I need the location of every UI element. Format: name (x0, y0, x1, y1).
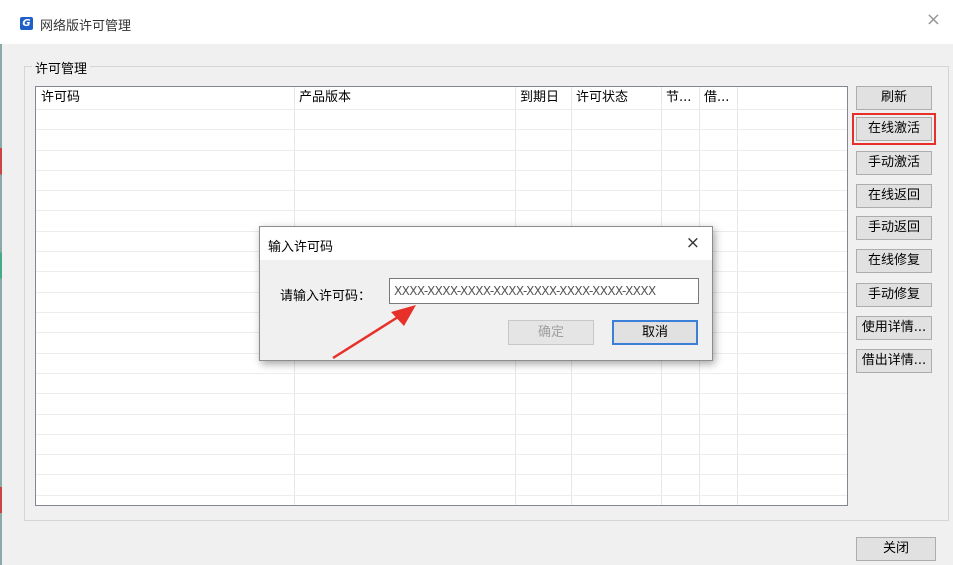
dialog-title: 输入许可码 (268, 240, 334, 255)
borrow-details-button[interactable]: 借出详情... (856, 349, 932, 373)
row-divider (36, 454, 847, 455)
column-header-node[interactable]: 节... (661, 87, 699, 109)
table-header: 许可码 产品版本 到期日 许可状态 节... 借... (36, 87, 847, 109)
row-divider (36, 210, 847, 211)
row-divider (36, 393, 847, 394)
license-manager-window: G 网络版许可管理 × 许可管理 许可码 产品版本 到期日 许可状态 节... … (0, 0, 953, 565)
window-close-icon[interactable]: × (926, 11, 941, 29)
column-header-license-code[interactable]: 许可码 (36, 87, 294, 109)
left-edge-strip (0, 44, 2, 565)
license-code-input[interactable] (389, 278, 699, 304)
app-logo-icon: G (20, 17, 33, 30)
group-label: 许可管理 (32, 58, 91, 77)
window-title: 网络版许可管理 (40, 19, 132, 34)
dialog-title-bar: 输入许可码 × (260, 227, 712, 260)
row-divider (36, 109, 847, 110)
cancel-button[interactable]: 取消 (612, 320, 698, 345)
row-divider (36, 129, 847, 130)
row-divider (36, 495, 847, 496)
manual-return-button[interactable]: 手动返回 (856, 216, 932, 240)
online-return-button[interactable]: 在线返回 (856, 184, 932, 208)
usage-details-button[interactable]: 使用详情... (856, 316, 932, 340)
column-header-license-status[interactable]: 许可状态 (571, 87, 661, 109)
row-divider (36, 170, 847, 171)
online-repair-button[interactable]: 在线修复 (856, 249, 932, 273)
row-divider (36, 474, 847, 475)
title-bar: G 网络版许可管理 × (0, 0, 953, 44)
row-divider (36, 414, 847, 415)
row-divider (36, 150, 847, 151)
row-divider (36, 434, 847, 435)
manual-activate-button[interactable]: 手动激活 (856, 151, 932, 175)
column-header-expiry-date[interactable]: 到期日 (515, 87, 571, 109)
dialog-close-icon[interactable]: × (686, 233, 700, 253)
license-code-label: 请输入许可码： (280, 289, 372, 304)
row-divider (36, 190, 847, 191)
enter-license-dialog: 输入许可码 × 请输入许可码： 确定 取消 (259, 226, 713, 361)
manual-repair-button[interactable]: 手动修复 (856, 283, 932, 307)
close-button[interactable]: 关闭 (856, 537, 936, 561)
column-header-borrow[interactable]: 借... (699, 87, 737, 109)
refresh-button[interactable]: 刷新 (856, 86, 932, 110)
row-divider (36, 373, 847, 374)
ok-button[interactable]: 确定 (508, 320, 594, 345)
online-activate-button[interactable]: 在线激活 (852, 113, 936, 145)
column-header-product-version[interactable]: 产品版本 (294, 87, 515, 109)
